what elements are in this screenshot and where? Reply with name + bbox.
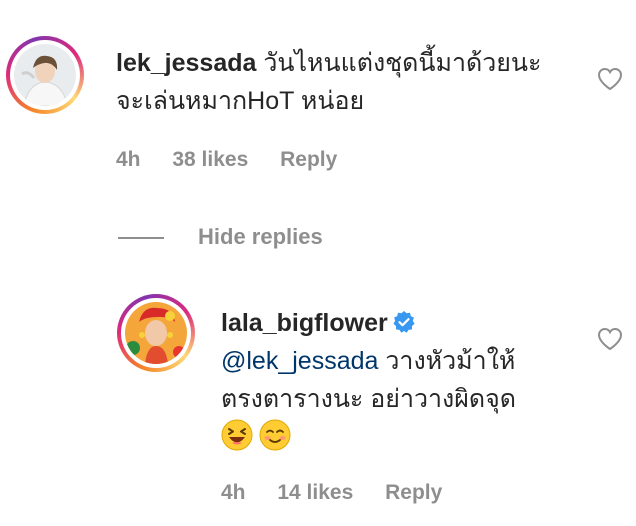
avatar — [14, 44, 76, 106]
hide-replies-button[interactable]: Hide replies — [198, 224, 323, 250]
laughing-face-icon — [221, 419, 253, 451]
reply-meta: 4h 14 likes Reply — [221, 481, 468, 505]
comment-reply-button[interactable]: Reply — [280, 148, 337, 171]
avatar — [125, 302, 187, 364]
reply-like-heart-icon[interactable] — [597, 327, 623, 351]
reply-reply-button[interactable]: Reply — [385, 481, 442, 504]
comment-likes[interactable]: 38 likes — [172, 148, 248, 171]
reply-likes[interactable]: 14 likes — [277, 481, 353, 504]
reply-username[interactable]: lala_bigflower — [221, 309, 388, 337]
reply-time[interactable]: 4h — [221, 481, 246, 504]
smiling-face-icon — [259, 419, 291, 451]
reply-mention-link[interactable]: @lek_jessada — [221, 347, 378, 375]
hide-replies-line — [118, 237, 164, 239]
comment-text-line2: จะเล่นหมากHoT หน่อย — [116, 87, 365, 115]
reply-body: lala_bigflower @lek_jessada วางหัวม้าให้… — [221, 304, 591, 456]
comment-meta: 4h 38 likes Reply — [116, 148, 363, 172]
comment-body: lek_jessada วันไหนแต่งชุดนี้มาด้วยนะ จะเ… — [116, 44, 586, 120]
reply-text-line2: ตรงตารางนะ อย่าวางผิดจุด — [221, 385, 517, 413]
comment-username[interactable]: lek_jessada — [116, 49, 256, 77]
reply-text-line1: วางหัวม้าให้ — [385, 347, 516, 375]
comment-text-line1: วันไหนแต่งชุดนี้มาด้วยนะ — [263, 49, 542, 77]
comment-time[interactable]: 4h — [116, 148, 141, 171]
verified-badge-icon — [393, 311, 415, 333]
like-heart-icon[interactable] — [597, 67, 623, 91]
